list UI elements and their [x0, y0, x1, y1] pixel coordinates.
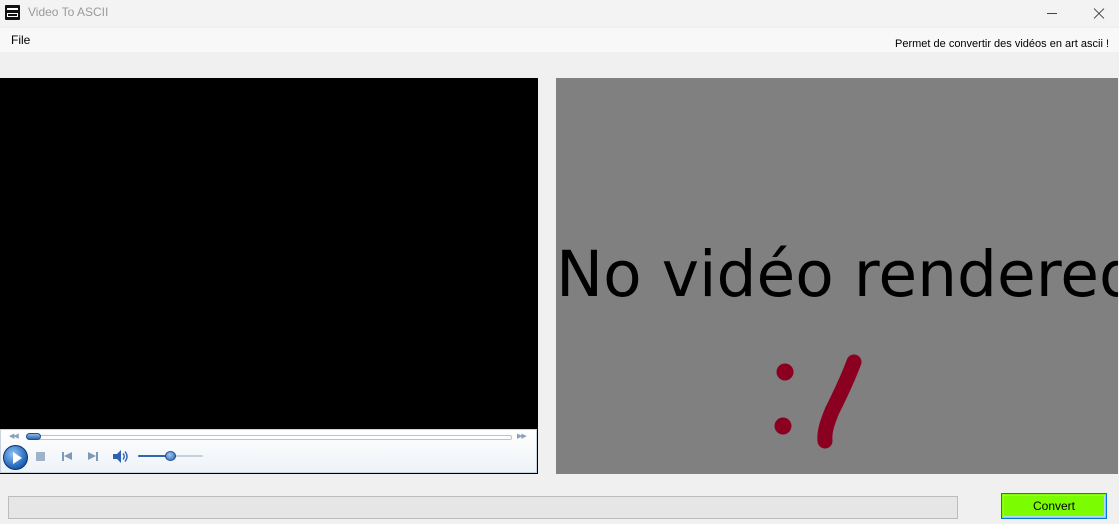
play-button[interactable]	[3, 445, 28, 470]
player-controls: ◀◀ ▶▶	[0, 429, 537, 473]
close-button[interactable]	[1076, 0, 1119, 26]
seek-bar[interactable]	[27, 435, 512, 440]
app-description: Permet de convertir des vidéos en art as…	[895, 38, 1109, 50]
no-video-message: No vidéo rendered	[556, 238, 1118, 311]
convert-button[interactable]: Convert	[1001, 493, 1107, 519]
app-icon	[5, 5, 20, 20]
menu-file[interactable]: File	[6, 31, 35, 49]
stop-button[interactable]	[36, 452, 45, 461]
title-bar: Video To ASCII	[0, 0, 1119, 26]
video-player[interactable]	[0, 78, 538, 474]
fast-forward-icon[interactable]: ▶▶	[517, 432, 527, 440]
seek-thumb[interactable]	[26, 433, 41, 440]
ascii-render-panel: No vidéo rendered	[556, 78, 1118, 474]
menu-bar: File Permet de convertir des vidéos en a…	[0, 28, 1119, 52]
volume-icon[interactable]	[112, 449, 130, 464]
conversion-progress-bar	[8, 496, 958, 519]
rewind-icon[interactable]: ◀◀	[9, 432, 19, 440]
next-button[interactable]	[87, 451, 99, 462]
volume-thumb[interactable]	[165, 451, 176, 461]
sad-emoticon	[774, 354, 862, 449]
maximize-button[interactable]	[1030, 0, 1076, 26]
previous-button[interactable]	[61, 451, 73, 462]
close-icon	[1093, 7, 1105, 19]
window-title: Video To ASCII	[28, 5, 109, 19]
